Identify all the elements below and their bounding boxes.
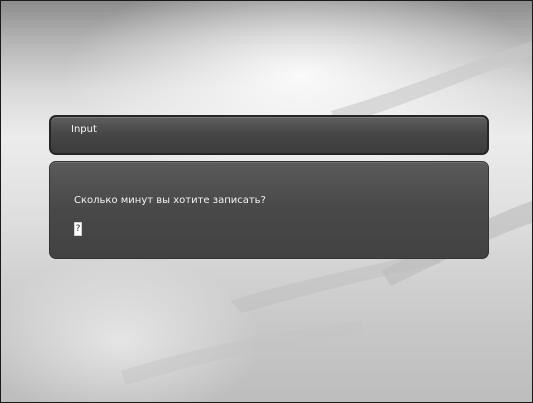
dialog-title: Input bbox=[71, 124, 97, 135]
dialog-body: Сколько минут вы хотите записать? ? bbox=[49, 161, 489, 259]
minutes-input[interactable]: ? bbox=[74, 222, 82, 236]
dialog-title-bar: Input bbox=[49, 115, 489, 155]
tv-screen: Input Сколько минут вы хотите записать? … bbox=[0, 0, 533, 403]
dialog-prompt: Сколько минут вы хотите записать? bbox=[74, 195, 266, 206]
